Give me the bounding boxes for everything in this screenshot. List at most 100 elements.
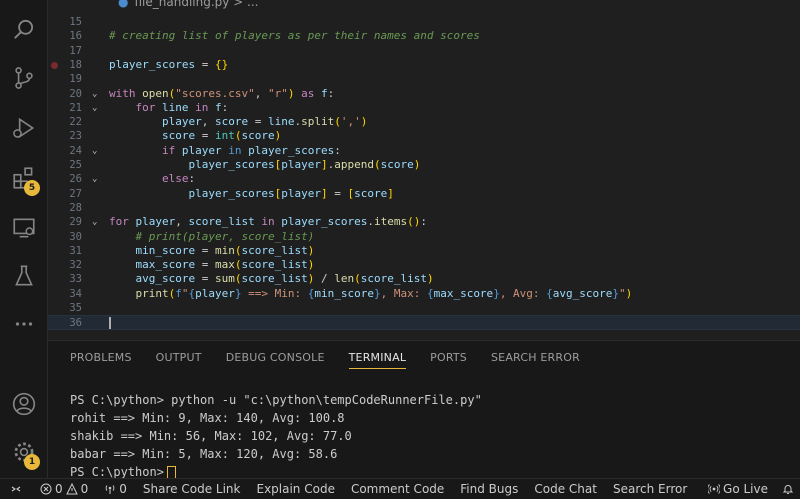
- panel-tab-debug-console[interactable]: DEBUG CONSOLE: [226, 351, 325, 369]
- ports-indicator[interactable]: 0: [104, 482, 127, 496]
- code-line[interactable]: 24 ⌄ if player in player_scores:: [48, 144, 800, 158]
- code-line[interactable]: 17: [48, 44, 800, 58]
- panel-tab-output[interactable]: OUTPUT: [156, 351, 202, 369]
- code-text: print(f"{player} ==> Min: {min_score}, M…: [135, 286, 633, 300]
- line-number: 32: [69, 259, 82, 272]
- panel-tab-search-error[interactable]: SEARCH ERROR: [491, 351, 580, 369]
- code-line[interactable]: 30 # print(player, score_list): [48, 230, 800, 244]
- extensions-badge: 5: [24, 180, 40, 196]
- code-line[interactable]: 21 ⌄ for line in f:: [48, 101, 800, 115]
- code-line[interactable]: 16 # creating list of players as per thei…: [48, 29, 800, 43]
- remote-explorer-button[interactable]: [0, 204, 48, 252]
- fold-chevron-icon[interactable]: ⌄: [92, 144, 102, 158]
- code-text: [109, 316, 111, 330]
- line-number: 21: [69, 101, 82, 114]
- remote-explorer-icon: [13, 218, 35, 238]
- activity-bar: 5 1: [0, 0, 48, 478]
- panel-tab-ports[interactable]: PORTS: [430, 351, 467, 369]
- notifications-button[interactable]: [782, 483, 794, 495]
- fold-chevron-icon[interactable]: ⌄: [92, 101, 102, 115]
- terminal-output[interactable]: PS C:\python> python -u "c:\python\tempC…: [70, 391, 482, 481]
- warning-count: 0: [80, 482, 89, 496]
- status-comment-code-button[interactable]: Comment Code: [351, 482, 444, 496]
- tab-title: file_handling.py > ...: [134, 0, 259, 9]
- status-explain-code-button[interactable]: Explain Code: [256, 482, 334, 496]
- code-text: for player, score_list in player_scores.…: [109, 215, 427, 229]
- code-text: if player in player_scores:: [161, 143, 341, 157]
- source-control-button[interactable]: [0, 54, 48, 102]
- settings-badge: 1: [24, 454, 40, 470]
- panel-tabs: PROBLEMS OUTPUT DEBUG CONSOLE TERMINAL PORTS…: [70, 351, 604, 369]
- status-code-chat-button[interactable]: Code Chat: [534, 482, 597, 496]
- editor-tab-bar: ● file_handling.py > ...: [48, 0, 800, 12]
- code-text: avg_score = sum(score_list) / len(score_…: [135, 272, 434, 286]
- remote-indicator[interactable]: [10, 483, 22, 495]
- code-line[interactable]: 32 max_score = max(score_list): [48, 258, 800, 272]
- status-find-bugs-button[interactable]: Find Bugs: [460, 482, 518, 496]
- error-count: 0: [55, 482, 63, 496]
- testing-button[interactable]: [0, 252, 48, 300]
- panel-tab-terminal[interactable]: TERMINAL: [348, 351, 407, 369]
- code-line[interactable]: 26 ⌄ else:: [48, 172, 800, 186]
- panel-tab-problems[interactable]: PROBLEMS: [70, 351, 132, 369]
- code-line[interactable]: 35: [48, 301, 800, 315]
- line-number: 35: [69, 302, 82, 314]
- error-icon: [40, 483, 52, 495]
- code-line[interactable]: 28: [48, 201, 800, 215]
- flask-icon: [15, 265, 33, 286]
- code-line[interactable]: 25 player_scores[player].append(score): [48, 158, 800, 172]
- status-bar: 0 0 0 Share Code Link Explain Code Comment…: [0, 478, 800, 499]
- code-line[interactable]: 20 ⌄ with open("scores.csv", "r") as f:: [48, 87, 800, 101]
- line-number: 19: [69, 73, 82, 86]
- fold-chevron-icon[interactable]: ⌄: [92, 172, 102, 186]
- terminal-line: babar ==> Min: 5, Max: 120, Avg: 58.6: [70, 447, 338, 461]
- ellipsis-icon: [15, 322, 33, 326]
- fold-chevron-icon[interactable]: ⌄: [92, 87, 102, 101]
- code-line[interactable]: 36: [48, 315, 800, 330]
- code-line[interactable]: 33 avg_score = sum(score_list) / len(sco…: [48, 272, 800, 286]
- code-line[interactable]: 27 player_scores[player] = [score]: [48, 187, 800, 201]
- code-text: for line in f:: [135, 100, 229, 114]
- line-number: 33: [69, 273, 82, 286]
- code-line[interactable]: 31 min_score = min(score_list): [48, 244, 800, 258]
- status-search-error-button[interactable]: Search Error: [613, 482, 687, 496]
- code-text: # creating list of players as per their …: [109, 29, 480, 43]
- ports-count: 0: [119, 482, 127, 496]
- line-number: 24: [69, 144, 82, 157]
- status-share-code-link-button[interactable]: Share Code Link: [143, 482, 241, 496]
- code-line[interactable]: 18 player_scores = {}: [48, 58, 800, 72]
- problems-indicator[interactable]: 0 0: [40, 482, 88, 496]
- line-number: 27: [69, 187, 82, 200]
- code-line[interactable]: 29 ⌄ for player, score_list in player_scor…: [48, 215, 800, 229]
- terminal-prompt: PS C:\python>: [70, 465, 164, 479]
- go-live-button[interactable]: Go Live: [708, 482, 768, 496]
- more-views-button[interactable]: [0, 300, 48, 348]
- code-text: min_score = min(score_list): [135, 243, 315, 257]
- line-number: 15: [69, 16, 82, 28]
- terminal-line: shakib ==> Min: 56, Max: 102, Avg: 77.0: [70, 429, 352, 443]
- code-text: max_score = max(score_list): [135, 258, 315, 272]
- code-line[interactable]: 22 player, score = line.split(','): [48, 115, 800, 129]
- code-text: player_scores = {}: [109, 57, 229, 71]
- line-number: 18: [69, 58, 82, 71]
- manage-settings-button[interactable]: 1: [0, 428, 48, 476]
- code-line[interactable]: 19: [48, 72, 800, 86]
- code-text: with open("scores.csv", "r") as f:: [109, 86, 335, 100]
- explorer-search-button[interactable]: [0, 6, 48, 54]
- source-control-icon: [15, 67, 33, 89]
- fold-chevron-icon[interactable]: ⌄: [92, 215, 102, 229]
- code-text: # print(player, score_list): [135, 229, 315, 243]
- editor-tab-file-handling[interactable]: ● file_handling.py > ...: [118, 0, 259, 9]
- terminal-line: rohit ==> Min: 9, Max: 140, Avg: 100.8: [70, 411, 345, 425]
- remote-icon: [11, 486, 21, 492]
- code-editor[interactable]: 15 16 # creating list of players as per th…: [48, 12, 800, 340]
- extensions-button[interactable]: 5: [0, 154, 48, 202]
- run-debug-button[interactable]: [0, 104, 48, 152]
- go-live-label: Go Live: [723, 482, 768, 496]
- line-number: 17: [69, 44, 82, 57]
- line-number: 29: [69, 216, 82, 229]
- code-line[interactable]: 23 score = int(score): [48, 129, 800, 143]
- code-line[interactable]: 15: [48, 15, 800, 29]
- accounts-button[interactable]: [0, 380, 48, 428]
- code-line[interactable]: 34 print(f"{player} ==> Min: {min_score}…: [48, 287, 800, 301]
